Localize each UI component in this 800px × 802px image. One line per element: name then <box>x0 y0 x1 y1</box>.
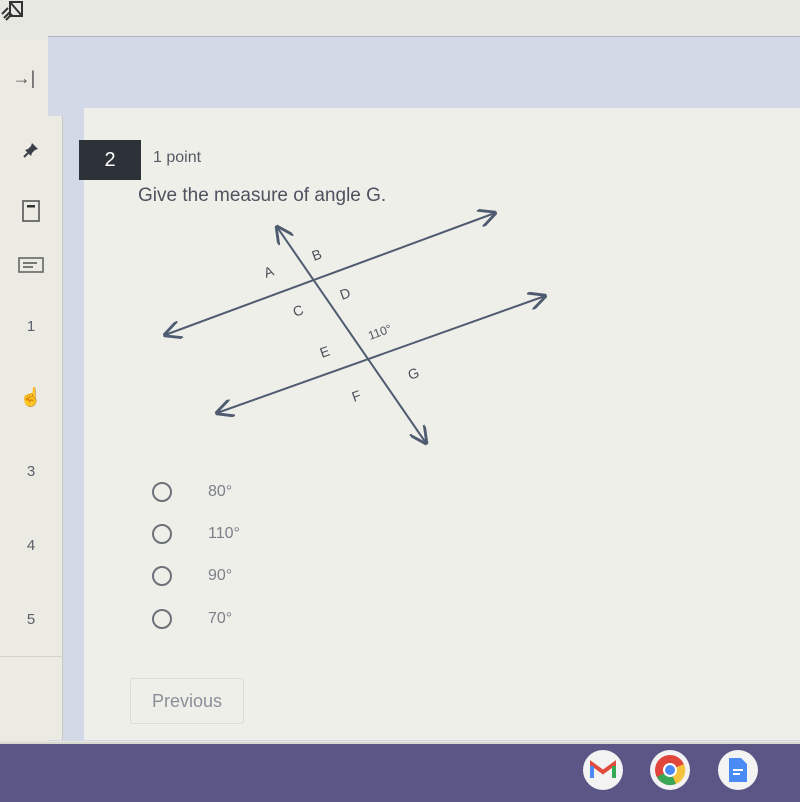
sidebar-item-document[interactable] <box>0 184 62 239</box>
question-number-badge: 2 <box>79 140 141 180</box>
browser-top-bar <box>0 0 800 38</box>
previous-button[interactable]: Previous <box>130 678 244 724</box>
parallel-line-bottom <box>217 296 545 413</box>
parallel-lines-diagram: A B C D E 110° F G <box>150 200 570 460</box>
docs-icon[interactable] <box>718 750 758 790</box>
sidebar-item-label: 3 <box>26 462 36 480</box>
angle-label-e: E <box>318 343 332 361</box>
collapse-right-icon: →| <box>12 67 36 88</box>
hand-cursor-icon: ☝ <box>19 386 43 407</box>
sidebar-item-label: 5 <box>26 610 36 628</box>
card-text-icon <box>18 257 44 273</box>
gmail-icon[interactable] <box>583 750 623 790</box>
answer-option[interactable]: 110° <box>152 524 240 544</box>
parallel-line-top <box>165 213 495 335</box>
sidebar-item-label: 4 <box>26 536 36 554</box>
logo-icon <box>1 1 23 21</box>
question-points: 1 point <box>153 149 202 166</box>
sidebar-item-question-1[interactable]: 1 <box>0 292 62 361</box>
answer-option[interactable]: 80° <box>152 482 232 502</box>
document-icon <box>22 200 40 222</box>
answer-option[interactable]: 70° <box>152 609 232 629</box>
transversal-line <box>277 227 426 443</box>
sidebar-item-card[interactable] <box>0 238 62 293</box>
sidebar-item-label: 1 <box>26 317 36 335</box>
radio-button[interactable] <box>152 609 172 629</box>
option-label: 90° <box>208 567 233 584</box>
radio-button[interactable] <box>152 524 172 544</box>
option-label: 110° <box>208 525 240 542</box>
sidebar-item-question-4[interactable]: 4 <box>0 508 62 583</box>
pin-icon <box>23 143 38 158</box>
chrome-icon[interactable] <box>650 750 690 790</box>
answer-option[interactable]: 90° <box>152 566 232 586</box>
angle-label-d: D <box>338 284 353 302</box>
angle-label-c: C <box>291 301 306 319</box>
radio-button[interactable] <box>152 482 172 502</box>
angle-label-a: A <box>262 262 277 280</box>
sidebar-item-question-2[interactable]: ☝ <box>0 360 62 435</box>
sidebar-item-question-3[interactable]: 3 <box>0 434 62 509</box>
option-label: 80° <box>208 483 233 500</box>
angle-label-g: G <box>406 364 422 383</box>
sidebar-item-pin[interactable] <box>0 116 62 185</box>
angle-label-given: 110° <box>366 321 393 342</box>
radio-button[interactable] <box>152 566 172 586</box>
angle-label-f: F <box>350 387 364 405</box>
sidebar-item-question-5[interactable]: 5 <box>0 582 62 657</box>
angle-label-b: B <box>310 246 324 264</box>
option-label: 70° <box>208 610 233 627</box>
collapse-sidebar-button[interactable]: →| <box>0 40 48 117</box>
